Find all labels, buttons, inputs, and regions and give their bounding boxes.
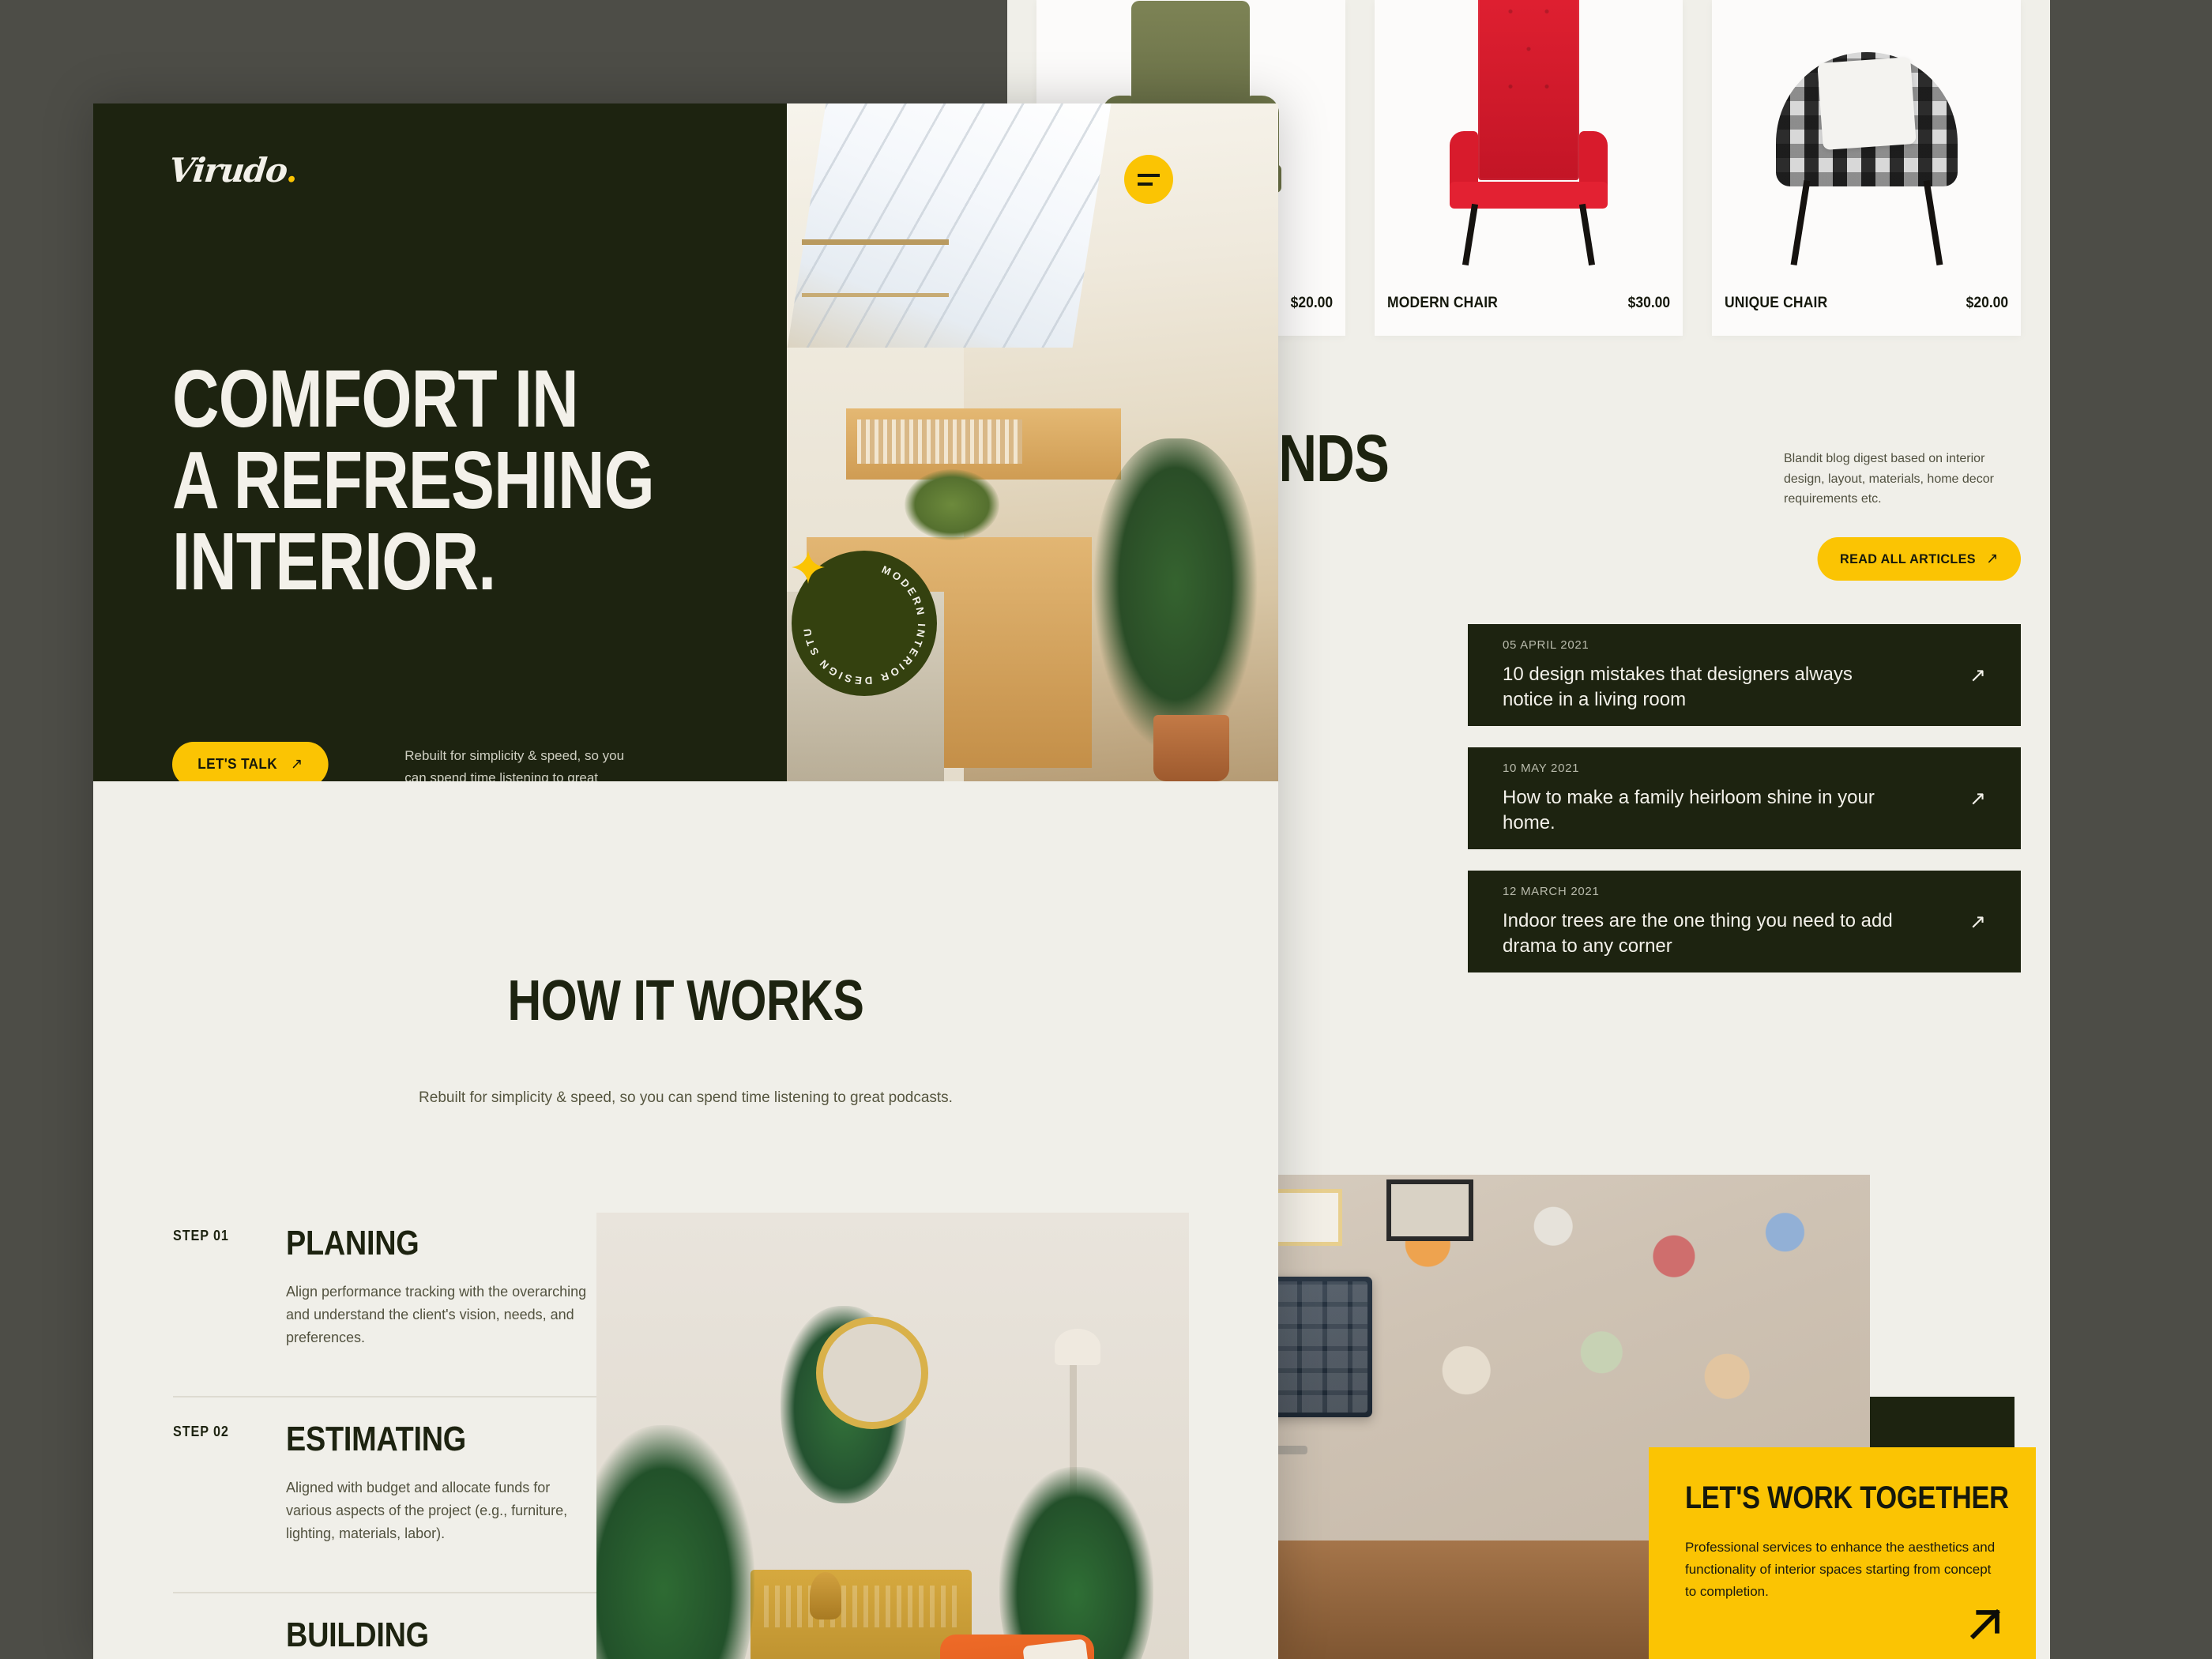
- article-date: 05 APRIL 2021: [1503, 638, 1589, 653]
- article-title: How to make a family heirloom shine in y…: [1503, 787, 1875, 833]
- read-all-articles-label: READ ALL ARTICLES: [1839, 551, 1976, 566]
- article-card[interactable]: 10 MAY 2021 How to make a family heirloo…: [1468, 747, 2021, 849]
- step-title: BUILDING: [286, 1616, 429, 1654]
- how-it-works-title: HOW IT WORKS: [93, 969, 1278, 1033]
- step-number: STEP 01: [173, 1228, 229, 1243]
- product-price: $30.00: [1627, 295, 1671, 311]
- article-title: Indoor trees are the one thing you need …: [1503, 910, 1893, 957]
- article-list: 05 APRIL 2021 10 design mistakes that de…: [1468, 624, 2021, 994]
- product-image-plaid-chair: [1712, 0, 2021, 288]
- steps-list: STEP 01 PLANING Align performance tracki…: [173, 1202, 615, 1659]
- arrow-up-right-icon: ↗: [291, 756, 303, 773]
- how-it-works-photo: [596, 1213, 1189, 1659]
- how-it-works-title-text: HOW IT WORKS: [507, 969, 864, 1033]
- step-title: PLANING: [286, 1224, 419, 1262]
- hero-panel: Virudo. COMFORT IN A REFRESHING INTERIOR…: [93, 103, 1278, 1659]
- step-description: Align performance tracking with the over…: [286, 1284, 587, 1346]
- product-image-red-chair: [1375, 0, 1683, 288]
- article-card[interactable]: 12 MARCH 2021 Indoor trees are the one t…: [1468, 871, 2021, 972]
- step-number: STEP 02: [173, 1424, 229, 1439]
- brand-name: Virudo: [167, 151, 289, 190]
- step-description: Aligned with budget and allocate funds f…: [286, 1480, 568, 1542]
- cta-description: Professional services to enhance the aes…: [1685, 1540, 1996, 1600]
- arrow-up-right-icon[interactable]: [1962, 1601, 2009, 1648]
- lets-talk-button[interactable]: LET'S TALK ↗: [172, 742, 329, 781]
- hamburger-line-top: [1138, 173, 1160, 177]
- product-name: UNIQUE CHAIR: [1725, 295, 1828, 311]
- article-date: 10 MAY 2021: [1503, 762, 1580, 776]
- article-card[interactable]: 05 APRIL 2021 10 design mistakes that de…: [1468, 624, 2021, 726]
- blog-description: Blandit blog digest based on interior de…: [1784, 452, 1994, 506]
- product-price: $20.00: [1966, 295, 2009, 311]
- lets-work-together-card[interactable]: LET'S WORK TOGETHER Professional service…: [1649, 1447, 2036, 1659]
- hamburger-line-bottom: [1138, 182, 1153, 186]
- read-all-articles-button[interactable]: READ ALL ARTICLES ↗: [1817, 537, 2021, 581]
- step-item: STEP 01 PLANING Align performance tracki…: [173, 1202, 615, 1398]
- four-point-star-icon: [792, 551, 825, 584]
- brand-logo[interactable]: Virudo.: [167, 151, 299, 190]
- hero-note: Rebuilt for simplicity & speed, so you c…: [404, 748, 625, 781]
- studio-badge: MODERN INTERIOR DESIGN STUDIO: [792, 551, 937, 696]
- hamburger-menu-button[interactable]: [1124, 155, 1173, 204]
- hero-section: Virudo. COMFORT IN A REFRESHING INTERIOR…: [93, 103, 1278, 781]
- arrow-up-right-icon: ↗: [1969, 910, 1986, 933]
- step-item: STEP 02 ESTIMATING Aligned with budget a…: [173, 1398, 615, 1593]
- arrow-up-right-icon: ↗: [1985, 551, 1999, 567]
- step-item: STEP 03 BUILDING Build with chosen décor…: [173, 1593, 615, 1659]
- arrow-up-right-icon: ↗: [1969, 787, 1986, 810]
- step-title: ESTIMATING: [286, 1420, 466, 1458]
- product-price: $20.00: [1290, 295, 1333, 311]
- how-it-works-subtitle: Rebuilt for simplicity & speed, so you c…: [419, 1089, 953, 1106]
- lets-talk-label: LET'S TALK: [198, 756, 277, 772]
- arrow-up-right-icon: ↗: [1969, 664, 1986, 687]
- cta-title: LET'S WORK TOGETHER: [1685, 1480, 2009, 1515]
- product-card[interactable]: MODERN CHAIR $30.00: [1374, 0, 1683, 336]
- hero-title: COMFORT IN A REFRESHING INTERIOR.: [172, 353, 655, 607]
- article-date: 12 MARCH 2021: [1503, 885, 1600, 899]
- hero-actions: LET'S TALK ↗ Rebuilt for simplicity & sp…: [172, 742, 645, 781]
- article-title: 10 design mistakes that designers always…: [1503, 664, 1853, 710]
- product-name: MODERN CHAIR: [1386, 295, 1498, 311]
- product-card[interactable]: UNIQUE CHAIR $20.00: [1712, 0, 2022, 336]
